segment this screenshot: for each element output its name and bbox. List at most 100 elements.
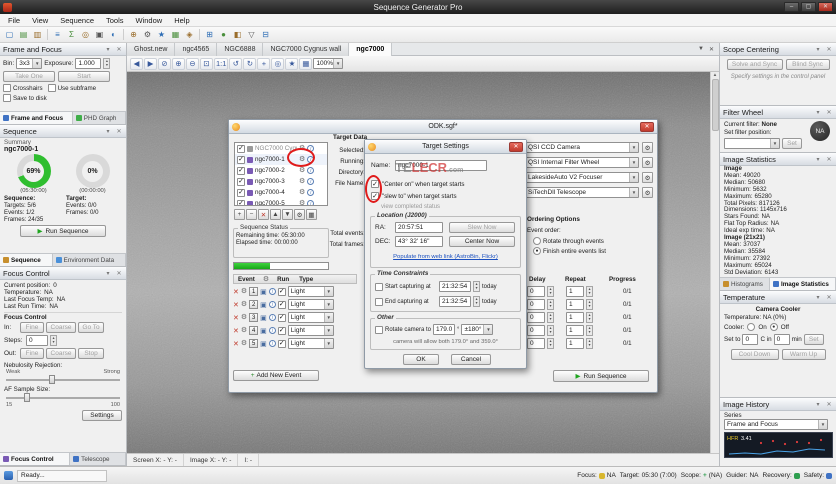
target-checkbox[interactable]: ✓ [237, 156, 245, 164]
delay-input[interactable]: 0 [527, 299, 545, 310]
camera-select[interactable]: QSI CCD Camera▼ [525, 142, 639, 153]
exposure-stepper[interactable]: ▲▼ [103, 58, 110, 69]
delay-stepper[interactable]: ▲▼ [547, 286, 554, 297]
target-checkbox[interactable]: ✓ [237, 167, 245, 175]
event-run-checkbox[interactable]: ✓ [278, 288, 286, 296]
run-sequence-button[interactable]: ▶ Run Sequence [20, 225, 106, 237]
scope-centering-header[interactable]: Scope Centering ▾ ✕ [720, 43, 836, 56]
event-info-icon[interactable]: i [269, 314, 276, 321]
repeat-input[interactable]: 1 [566, 286, 584, 297]
new-sequence-icon[interactable]: ▢ [3, 28, 16, 41]
start-button[interactable]: Start [58, 71, 110, 82]
panel-close-icon[interactable]: ✕ [825, 46, 833, 53]
target-settings-gear-icon[interactable]: ⚙ [299, 200, 305, 206]
event-gear-icon[interactable]: ⚙ [241, 314, 247, 321]
sequencer-dialog-titlebar[interactable]: ODK.sgf* ✕ [229, 120, 657, 134]
target-checkbox[interactable]: ✓ [237, 200, 245, 207]
grid-tool-icon[interactable]: ▦ [169, 28, 182, 41]
event-gear-icon[interactable]: ⚙ [241, 327, 247, 334]
panel-collapse-icon[interactable]: ▾ [814, 46, 822, 53]
event-run-checkbox[interactable]: ✓ [278, 340, 286, 348]
target-info-icon[interactable]: i [307, 156, 314, 163]
rotate-angle-input[interactable]: 179.0 [433, 324, 455, 335]
menu-window[interactable]: Window [130, 16, 169, 25]
image-vertical-scrollbar[interactable]: ▲ [710, 72, 719, 453]
dec-input[interactable]: 43° 32' 16" [395, 236, 443, 247]
doc-tab-ngc7000-cygnus-wall[interactable]: NGC7000 Cygnus wall [263, 43, 349, 56]
panel-collapse-icon[interactable]: ▾ [104, 128, 112, 135]
camera-settings-button[interactable]: ⚙ [642, 142, 653, 153]
repeat-stepper[interactable]: ▲▼ [586, 299, 593, 310]
platesolve-icon[interactable]: ◈ [183, 28, 196, 41]
target-list[interactable]: ✓ NGC7000 Cygnus... ⚙ i ✓ ngc7000-1 ⚙ [234, 142, 328, 206]
focuser-settings-button[interactable]: ⚙ [642, 172, 653, 183]
focus-settings-button[interactable]: Settings [82, 410, 122, 421]
start-capturing-checkbox[interactable] [375, 283, 383, 291]
event-gear-icon[interactable]: ⚙ [241, 301, 247, 308]
target-reticle-icon[interactable]: ◎ [271, 58, 284, 70]
delay-stepper[interactable]: ▲▼ [547, 338, 554, 349]
nebulosity-slider[interactable] [6, 375, 120, 384]
tab-environment-data[interactable]: Environment Data [53, 254, 126, 266]
filter-position-select[interactable]: ▼ [724, 138, 780, 149]
solve-and-sync-button[interactable]: Solve and Sync [727, 59, 783, 70]
remove-target-button[interactable]: − [246, 209, 257, 220]
event-info-icon[interactable]: i [269, 288, 276, 295]
panel-close-icon[interactable]: ✕ [115, 46, 123, 53]
panel-close-icon[interactable]: ✕ [115, 270, 123, 277]
image-canvas[interactable]: ▲ ODK.sgf* ✕ ✓ [127, 72, 719, 453]
delete-event-icon[interactable]: ✕ [233, 314, 239, 322]
blind-sync-button[interactable]: Blind Sync [786, 59, 830, 70]
out-coarse-button[interactable]: Coarse [46, 348, 76, 359]
end-time-stepper[interactable]: ▲▼ [473, 296, 480, 307]
set-temp-button[interactable]: Set [804, 334, 824, 345]
event-gear-icon[interactable]: ⚙ [241, 288, 247, 295]
panel-collapse-icon[interactable]: ▾ [814, 294, 822, 301]
doc-tab-ngc4565[interactable]: ngc4565 [175, 43, 217, 56]
target-settings-titlebar[interactable]: Target Settings ✕ [365, 140, 526, 154]
rotate-through-events-option[interactable]: Rotate through events [533, 237, 604, 245]
repeat-stepper[interactable]: ▲▼ [586, 338, 593, 349]
use-subframe-checkbox[interactable] [48, 84, 56, 92]
menu-file[interactable]: File [2, 16, 26, 25]
move-target-up-button[interactable]: ▲ [270, 209, 281, 220]
start-time-input[interactable]: 21:32:54 [439, 281, 471, 292]
image-history-header[interactable]: Image History ▾ ✕ [720, 398, 836, 411]
delay-stepper[interactable]: ▲▼ [547, 312, 554, 323]
forward-icon[interactable]: ▶ [144, 58, 157, 70]
cool-down-button[interactable]: Cool Down [731, 349, 779, 360]
finish-entire-events-radio[interactable]: ● [533, 247, 541, 255]
crosshairs-checkbox[interactable] [3, 84, 11, 92]
panel-close-icon[interactable]: ✕ [825, 109, 833, 116]
tab-frame-and-focus[interactable]: Frame and Focus [0, 112, 73, 124]
in-fine-button[interactable]: Fine [20, 322, 44, 333]
target-info-icon[interactable]: i [307, 189, 314, 196]
event-run-checkbox[interactable]: ✓ [278, 314, 286, 322]
repeat-stepper[interactable]: ▲▼ [586, 286, 593, 297]
tab-focus-control[interactable]: Focus Control [0, 453, 70, 465]
open-sequence-icon[interactable]: ▤ [17, 28, 30, 41]
panel-close-icon[interactable]: ✕ [115, 128, 123, 135]
cooler-on-radio[interactable] [747, 323, 755, 331]
tab-list-dropdown-icon[interactable]: ▼ [698, 46, 704, 53]
panel-close-icon[interactable]: ✕ [825, 401, 833, 408]
rotate-left-icon[interactable]: ↺ [229, 58, 242, 70]
menu-help[interactable]: Help [168, 16, 195, 25]
finish-entire-events-option[interactable]: ● Finish entire events list [533, 247, 606, 255]
statistics-icon[interactable]: Σ [65, 28, 78, 41]
target-name-input[interactable]: ngc7000-1 [395, 160, 487, 171]
tab-image-statistics[interactable]: Image Statistics [770, 278, 836, 290]
doc-tab-ngc7000[interactable]: ngc7000 [349, 43, 392, 56]
center-now-button[interactable]: Center Now [449, 236, 515, 247]
delete-event-icon[interactable]: ✕ [233, 340, 239, 348]
telescope-select[interactable]: SiTechDll Telescope▼ [525, 187, 639, 198]
filter-wheel-icon[interactable]: ◐ [107, 28, 120, 41]
ra-input[interactable]: 20:57:51 [395, 222, 443, 233]
delay-stepper[interactable]: ▲▼ [547, 299, 554, 310]
ok-button[interactable]: OK [403, 354, 439, 365]
stop-button[interactable]: Stop [78, 348, 104, 359]
doc-tab-ngc6888[interactable]: NGC6888 [217, 43, 263, 56]
event-info-icon[interactable]: i [269, 327, 276, 334]
phd-icon[interactable]: ● [217, 28, 230, 41]
menu-sequence[interactable]: Sequence [54, 16, 100, 25]
